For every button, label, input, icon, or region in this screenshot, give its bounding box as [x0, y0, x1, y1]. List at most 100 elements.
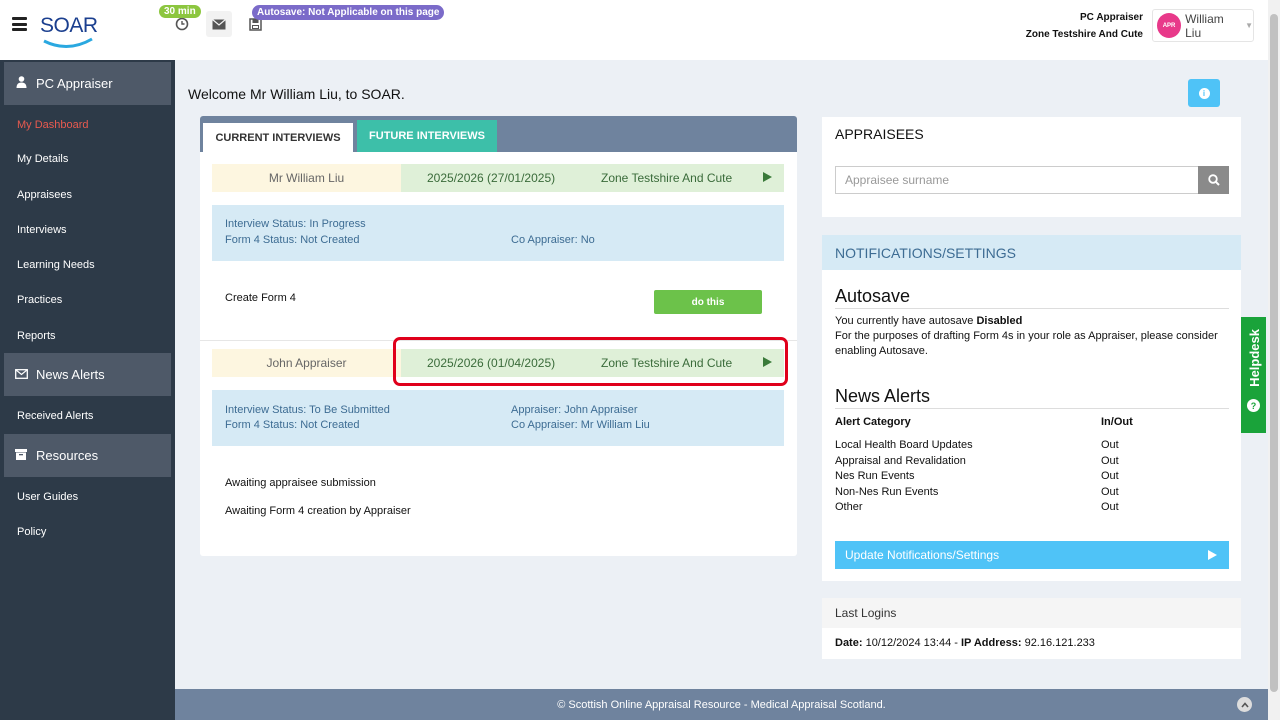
footer-text: © Scottish Online Appraisal Resource - M…	[557, 698, 886, 711]
date-label: Date:	[835, 637, 863, 649]
alert-value: Out	[1101, 486, 1119, 498]
info-icon: i	[1198, 87, 1210, 99]
sidebar-section-resources[interactable]: Resources	[4, 434, 171, 477]
ip-label: IP Address:	[960, 637, 1022, 649]
top-header: SOAR 30 min Autosave: Not Applicable on …	[0, 0, 1268, 60]
alert-value: Out	[1101, 470, 1119, 482]
alert-value: Out	[1101, 455, 1119, 467]
envelope-icon[interactable]	[206, 11, 232, 37]
appraiser: Appraiser: John Appraiser	[511, 404, 638, 416]
sidebar-section-pc-appraiser[interactable]: PC Appraiser	[4, 62, 171, 105]
interview-year: 2025/2026 (27/01/2025)	[427, 171, 556, 185]
search-button[interactable]	[1198, 166, 1229, 194]
alert-category: Local Health Board Updates	[835, 439, 973, 451]
sidebar-item-learning-needs[interactable]: Learning Needs	[17, 259, 95, 271]
sidebar-item-interviews[interactable]: Interviews	[17, 224, 67, 236]
soar-logo[interactable]: SOAR	[40, 14, 98, 54]
interview-row-2[interactable]: John Appraiser 2025/2026 (01/04/2025) Zo…	[212, 349, 784, 377]
interview-status-box-1: Interview Status: In Progress Form 4 Sta…	[212, 205, 784, 261]
last-logins-title: Last Logins	[822, 598, 1241, 628]
sidebar-item-appraisees[interactable]: Appraisees	[17, 189, 72, 201]
helpdesk-label: Helpdesk	[1247, 329, 1262, 387]
logo-swoosh-icon	[43, 37, 93, 48]
alert-value: Out	[1101, 439, 1119, 451]
action-create-form4: Create Form 4	[225, 292, 296, 304]
interview-row-1[interactable]: Mr William Liu 2025/2026 (27/01/2025) Zo…	[212, 164, 784, 192]
interview-status: Interview Status: In Progress	[225, 218, 366, 230]
appraisee-search-input[interactable]	[835, 166, 1198, 194]
sidebar-item-practices[interactable]: Practices	[17, 294, 62, 306]
info-button[interactable]: i	[1188, 79, 1220, 107]
form4-status: Form 4 Status: Not Created	[225, 419, 360, 431]
col-in-out: In/Out	[1101, 416, 1133, 428]
footer: © Scottish Online Appraisal Resource - M…	[175, 689, 1268, 720]
autosave-badge: Autosave: Not Applicable on this page	[252, 5, 445, 20]
divider	[835, 308, 1229, 309]
sidebar-section-label: News Alerts	[36, 367, 105, 382]
helpdesk-tab[interactable]: Helpdesk ?	[1241, 317, 1266, 433]
date-value: 10/12/2024 13:44 -	[862, 637, 961, 649]
interview-details: 2025/2026 (01/04/2025) Zone Testshire An…	[401, 349, 784, 377]
interview-appraisee-name: John Appraiser	[212, 349, 401, 377]
appraisees-panel: APPRAISEES	[822, 117, 1241, 217]
form4-status: Form 4 Status: Not Created	[225, 234, 360, 246]
do-this-button[interactable]: do this	[654, 290, 762, 314]
divider	[835, 408, 1229, 409]
play-icon	[763, 172, 772, 182]
autosave-state: Disabled	[976, 315, 1023, 327]
autosave-title: Autosave	[835, 286, 911, 306]
autosave-advice: For the purposes of drafting Form 4s in …	[835, 330, 1218, 357]
co-appraiser: Co Appraiser: No	[511, 234, 595, 246]
question-icon: ?	[1247, 399, 1260, 412]
tab-future-interviews[interactable]: FUTURE INTERVIEWS	[357, 120, 497, 152]
user-menu[interactable]: APR William Liu ▼	[1152, 9, 1254, 42]
news-alerts-title: News Alerts	[835, 386, 931, 406]
menu-icon[interactable]	[12, 17, 27, 31]
role-label: PC Appraiser	[1080, 12, 1143, 23]
sidebar-section-label: Resources	[36, 448, 99, 463]
scrollbar[interactable]	[1268, 0, 1280, 720]
autosave-text-prefix: You currently have autosave	[835, 315, 977, 327]
action-awaiting-submission: Awaiting appraisee submission	[225, 477, 376, 489]
role-info: PC Appraiser Zone Testshire And Cute	[1026, 9, 1143, 43]
interview-appraisee-name: Mr William Liu	[212, 164, 401, 192]
sidebar-item-received-alerts[interactable]: Received Alerts	[17, 410, 93, 422]
col-alert-category: Alert Category	[835, 416, 911, 428]
interview-year: 2025/2026 (01/04/2025)	[427, 356, 556, 370]
interview-details: 2025/2026 (27/01/2025) Zone Testshire An…	[401, 164, 784, 192]
sidebar-item-my-dashboard[interactable]: My Dashboard	[17, 119, 89, 131]
sidebar-item-user-guides[interactable]: User Guides	[17, 491, 78, 503]
scroll-thumb[interactable]	[1270, 14, 1278, 692]
sidebar-item-my-details[interactable]: My Details	[17, 153, 68, 165]
interview-status: Interview Status: To Be Submitted	[225, 404, 390, 416]
avatar: APR	[1157, 13, 1182, 38]
interview-zone: Zone Testshire And Cute	[601, 356, 733, 370]
ip-value: 92.16.121.233	[1021, 637, 1095, 649]
tab-current-interviews[interactable]: CURRENT INTERVIEWS	[203, 120, 353, 152]
envelope-icon	[14, 368, 28, 382]
zone-label: Zone Testshire And Cute	[1025, 29, 1143, 40]
chevron-up-icon	[1240, 701, 1249, 708]
sidebar: PC Appraiser My Dashboard My Details App…	[0, 60, 175, 720]
sidebar-section-label: PC Appraiser	[36, 76, 113, 91]
notifications-panel: NOTIFICATIONS/SETTINGS Autosave You curr…	[822, 235, 1241, 581]
alert-value: Out	[1101, 501, 1119, 513]
user-name: William Liu	[1185, 11, 1224, 40]
scroll-to-top-button[interactable]	[1237, 697, 1252, 712]
sidebar-item-policy[interactable]: Policy	[17, 526, 46, 538]
last-logins-panel: Last Logins Date: 10/12/2024 13:44 - IP …	[822, 598, 1241, 659]
alert-category: Non-Nes Run Events	[835, 486, 939, 498]
tabs-bar: CURRENT INTERVIEWS FUTURE INTERVIEWS	[200, 116, 797, 152]
alert-category: Nes Run Events	[835, 470, 915, 482]
action-awaiting-form4: Awaiting Form 4 creation by Appraiser	[225, 505, 411, 517]
update-button-label: Update Notifications/Settings	[845, 548, 1000, 562]
search-icon	[1207, 174, 1220, 186]
sidebar-section-news-alerts[interactable]: News Alerts	[4, 353, 171, 396]
welcome-message: Welcome Mr William Liu, to SOAR.	[188, 86, 405, 102]
appraisees-title: APPRAISEES	[835, 126, 924, 142]
update-notifications-button[interactable]: Update Notifications/Settings	[835, 541, 1229, 569]
sidebar-item-reports[interactable]: Reports	[17, 330, 56, 342]
co-appraiser: Co Appraiser: Mr William Liu	[511, 419, 650, 431]
logo-text: SOAR	[40, 14, 98, 37]
notifications-title: NOTIFICATIONS/SETTINGS	[822, 235, 1241, 270]
